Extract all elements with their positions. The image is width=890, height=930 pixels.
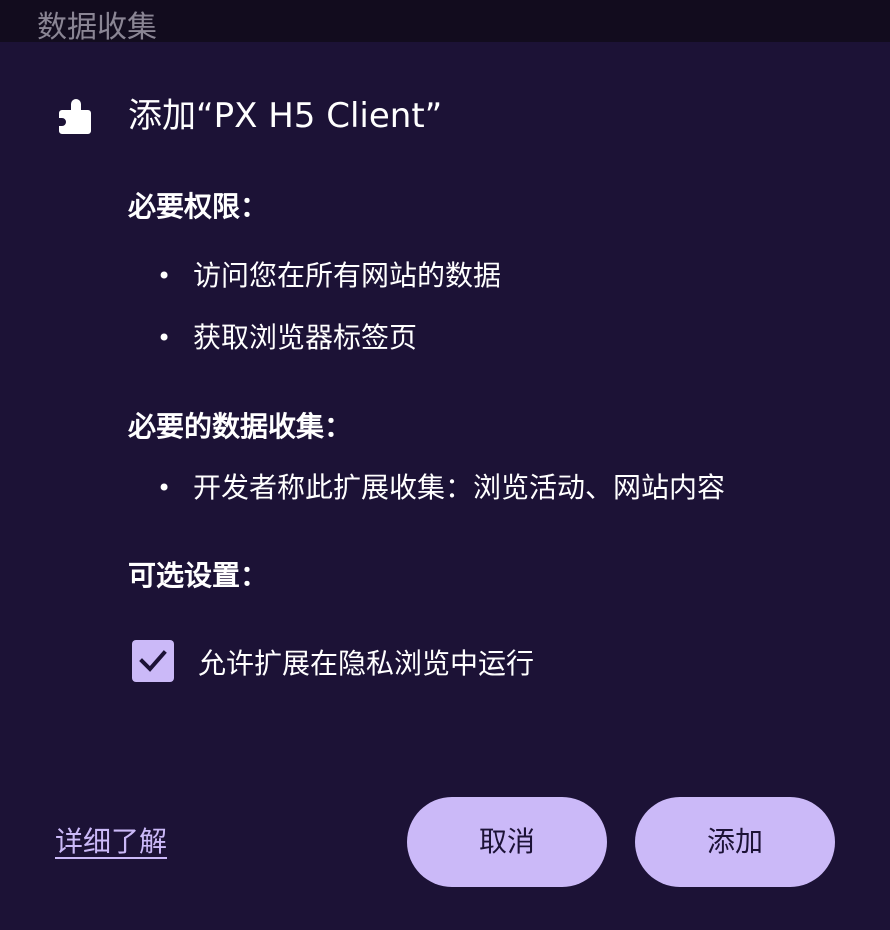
puzzle-icon [59,99,91,134]
cancel-button[interactable]: 取消 [407,797,607,887]
background-page-title: 数据收集 [37,10,157,42]
data-collection-item: 开发者称此扩展收集：浏览活动、网站内容 [193,471,726,504]
add-extension-dialog: 添加“PX H5 Client” 必要权限： • 访问您在所有网站的数据 • 获… [0,42,890,930]
bullet-icon: • [157,324,172,352]
learn-more-link[interactable]: 详细了解 [55,822,167,862]
permission-item: 访问您在所有网站的数据 [193,259,502,292]
add-button[interactable]: 添加 [635,797,835,887]
required-data-collection-heading: 必要的数据收集： [128,410,353,443]
private-browsing-label[interactable]: 允许扩展在隐私浏览中运行 [198,644,534,684]
checkmark-icon [139,650,167,672]
required-permissions-heading: 必要权限： [128,190,269,223]
permission-item: 获取浏览器标签页 [193,321,418,354]
bullet-icon: • [157,262,172,290]
private-browsing-checkbox[interactable] [132,640,174,682]
optional-settings-heading: 可选设置： [128,559,269,592]
dialog-title: 添加“PX H5 Client” [128,96,443,136]
background-header: 数据收集 [0,0,890,42]
bullet-icon: • [157,474,172,502]
